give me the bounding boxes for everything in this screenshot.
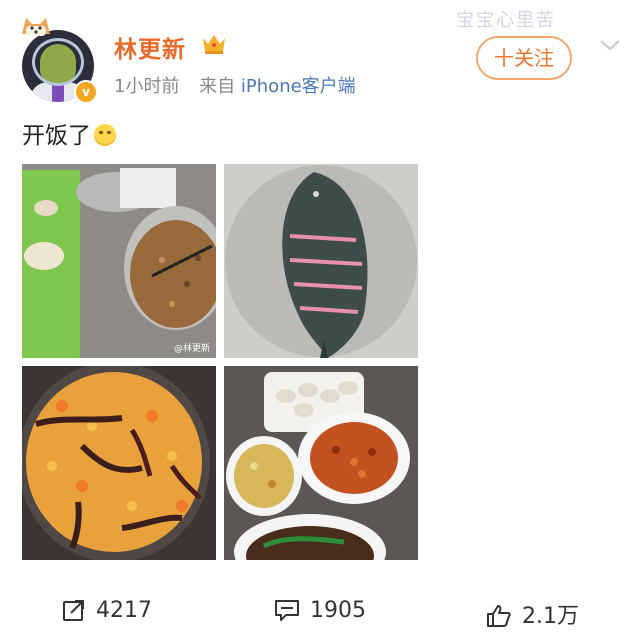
like-button[interactable]: 2.1万 [486,598,579,630]
post-text: 开饭了 [22,116,116,150]
like-icon [487,605,511,627]
comment-button[interactable]: 1905 [274,598,366,623]
post-text-content: 开饭了 [22,123,91,149]
post-time: 1小时前 [114,76,180,97]
comment-icon [275,600,299,621]
doge-sticker-icon [22,18,50,36]
like-count: 2.1万 [522,604,579,629]
dumpling-prep-photo[interactable]: @林更新 [22,164,216,358]
follow-button[interactable]: 十关注 [476,36,572,80]
fish-illustration [224,164,418,358]
repost-icon [63,600,84,621]
repost-button[interactable]: 4217 [62,598,152,623]
image-caption: @林更新 [173,344,210,354]
repost-count: 4217 [96,598,152,623]
action-bar: 4217 1905 2.1万 [0,592,640,638]
avatar-helmet [32,38,84,86]
dumpling-prep-illustration [22,164,216,358]
fish-photo[interactable] [224,164,418,358]
post-header: v 林更新 1小时前 来自 iPhone客户端 宝宝心里苦 十关注 [0,0,640,110]
crown-icon [203,35,225,54]
post-meta: 1小时前 来自 iPhone客户端 [114,72,356,98]
source-client[interactable]: iPhone客户端 [241,76,356,97]
spicy-pot-illustration [22,366,216,560]
spicy-pot-photo[interactable] [22,366,216,560]
username[interactable]: 林更新 [114,30,186,64]
dinner-table-illustration [224,366,418,560]
comment-count: 1905 [310,598,366,623]
smile-emoji-icon [94,124,116,146]
chevron-down-icon[interactable] [598,36,622,54]
dinner-table-photo[interactable] [224,366,418,560]
source-label: 来自 [199,76,236,97]
verified-badge-icon: v [74,80,98,104]
